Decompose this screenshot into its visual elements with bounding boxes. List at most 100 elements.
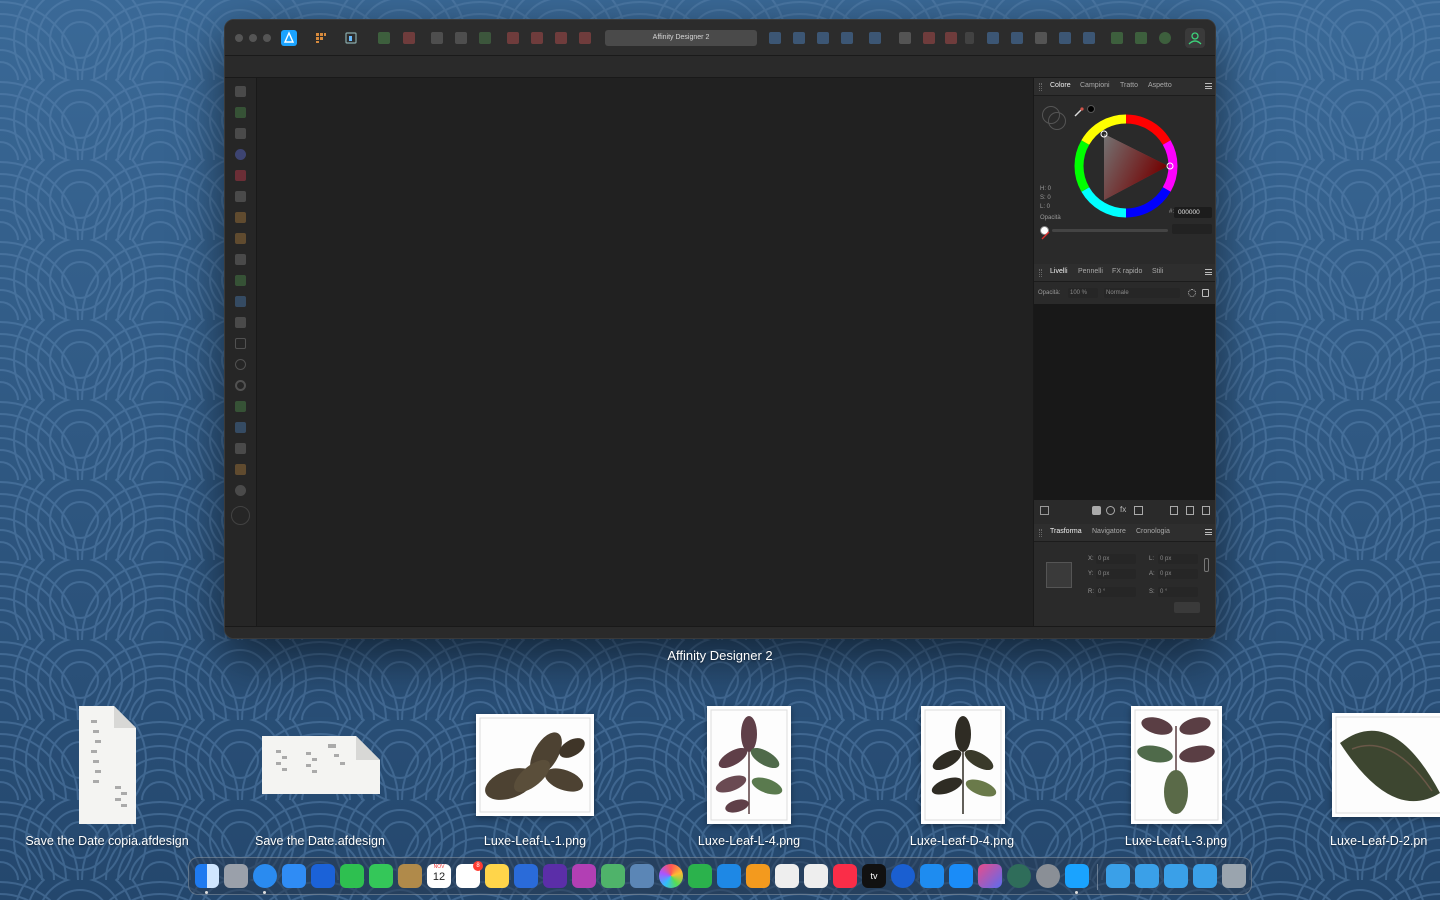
transform-options-button[interactable] [1174,602,1200,613]
finder-icon[interactable] [195,864,219,888]
desktop-folder-icon[interactable] [1193,864,1217,888]
clip-icon[interactable] [1135,32,1147,44]
music-icon[interactable] [833,864,857,888]
artboard-tool-icon[interactable] [235,107,246,118]
menu-icon[interactable] [1205,529,1212,535]
tab-campioni[interactable]: Campioni [1080,82,1110,89]
fx-icon[interactable]: fx [1120,505,1126,514]
pen-tool-icon[interactable] [235,191,246,202]
tab-tratto[interactable]: Tratto [1120,82,1138,89]
desktop-file[interactable]: Save the Date.afdesign [220,700,420,850]
pages-icon[interactable] [746,864,770,888]
tab-cronologia[interactable]: Cronologia [1136,528,1170,535]
gear-icon[interactable] [1188,289,1196,297]
boolean-xor-icon[interactable] [579,32,591,44]
opacity-slider[interactable] [1052,229,1168,232]
rectangle-tool-icon[interactable] [235,338,246,349]
align-grid-icon[interactable] [455,32,467,44]
distribute-icon[interactable] [431,32,443,44]
chevron-down-icon[interactable] [965,32,974,44]
add-group-icon[interactable] [1186,506,1194,515]
mask-layer-icon[interactable] [1092,506,1101,515]
measure-tool-icon[interactable] [235,464,246,475]
tab-fx-rapido[interactable]: FX rapido [1112,268,1142,275]
flip-horizontal-icon[interactable] [769,32,781,44]
snapping-icon[interactable] [403,32,415,44]
affinity-designer-window[interactable]: Affinity Designer 2 Colore Campioni Trat… [224,19,1216,639]
adjustment-icon[interactable] [1106,506,1115,515]
y-field[interactable]: 0 px [1096,569,1136,579]
color-swatch-icon[interactable] [231,506,250,525]
flip-vertical-icon[interactable] [793,32,805,44]
x-field[interactable]: 0 px [1096,554,1136,564]
pencil-tool-icon[interactable] [235,212,246,223]
link-aspect-icon[interactable] [1204,558,1209,572]
boolean-add-icon[interactable] [507,32,519,44]
insert-icon[interactable] [923,32,935,44]
app-store-icon[interactable] [949,864,973,888]
anchor-point-selector[interactable] [1046,562,1072,588]
text-tool-icon[interactable] [235,422,246,433]
trash-icon[interactable] [1222,864,1246,888]
transparency-tool-icon[interactable] [235,275,246,286]
layer-opacity-field[interactable]: 100 % [1068,288,1098,298]
snap-to-icon[interactable] [945,32,957,44]
shear-field[interactable]: 0 ° [1158,587,1198,597]
tab-aspetto[interactable]: Aspetto [1148,82,1172,89]
documents-folder-icon[interactable] [1135,864,1159,888]
reminders-icon[interactable]: 8 [456,861,483,888]
move-back-icon[interactable] [1011,32,1023,44]
align-icon[interactable] [869,32,881,44]
panel-grip-icon[interactable] [1039,529,1042,537]
messages-icon[interactable] [369,864,393,888]
node-tool-icon[interactable] [235,128,246,139]
move-forward-icon[interactable] [987,32,999,44]
rotate-icon[interactable] [479,32,491,44]
designer-persona-icon[interactable] [281,30,297,46]
things-icon[interactable] [514,864,538,888]
xcode-icon[interactable] [920,864,944,888]
desktop-file[interactable]: Save the Date copia.afdesign [7,700,207,850]
place-image-tool-icon[interactable] [235,296,246,307]
mask-icon[interactable] [1111,32,1123,44]
boolean-subtract-icon[interactable] [531,32,543,44]
add-layer-icon[interactable] [1170,506,1178,515]
affinity-publisher-icon[interactable] [978,864,1002,888]
obsidian-icon[interactable] [543,864,567,888]
close-window-button[interactable] [235,34,243,42]
minimize-window-button[interactable] [249,34,257,42]
facetime-icon[interactable] [340,864,364,888]
point-transform-tool-icon[interactable] [235,170,246,181]
shape-tool-icon[interactable] [235,401,246,412]
tab-stili[interactable]: Stili [1152,268,1163,275]
cog-icon[interactable] [378,32,390,44]
opacity-dropdown[interactable] [1172,224,1212,234]
no-color-icon[interactable] [1040,226,1050,240]
boolean-intersect-icon[interactable] [555,32,567,44]
calendar-icon[interactable]: NOV 12 [427,864,451,888]
maps-icon[interactable] [601,864,625,888]
time-machine-icon[interactable] [1007,864,1031,888]
textedit-icon[interactable] [775,864,799,888]
move-bottom-icon[interactable] [1059,32,1071,44]
tv-icon[interactable]: tv [862,864,886,888]
move-tool-icon[interactable] [235,86,246,97]
hex-input[interactable]: 000000 [1174,207,1212,218]
live-filter-icon[interactable] [1134,506,1143,515]
crop-tool-icon[interactable] [235,317,246,328]
donut-tool-icon[interactable] [235,380,246,391]
lock-icon[interactable] [1202,289,1209,297]
group-icon[interactable] [1083,32,1095,44]
layers-list[interactable] [1034,304,1215,500]
panel-grip-icon[interactable] [1039,269,1042,277]
layer-options-icon[interactable] [1040,506,1049,515]
scrivener-icon[interactable] [804,864,828,888]
tab-livelli[interactable]: Livelli [1050,268,1068,275]
mail-icon[interactable] [282,864,306,888]
rotation-field[interactable]: 0 ° [1096,587,1136,597]
color-picker-tool-icon[interactable] [235,443,246,454]
tab-colore[interactable]: Colore [1050,82,1071,89]
trash-icon[interactable] [1202,506,1210,515]
vector-brush-tool-icon[interactable] [235,233,246,244]
safari-icon[interactable] [253,864,277,888]
